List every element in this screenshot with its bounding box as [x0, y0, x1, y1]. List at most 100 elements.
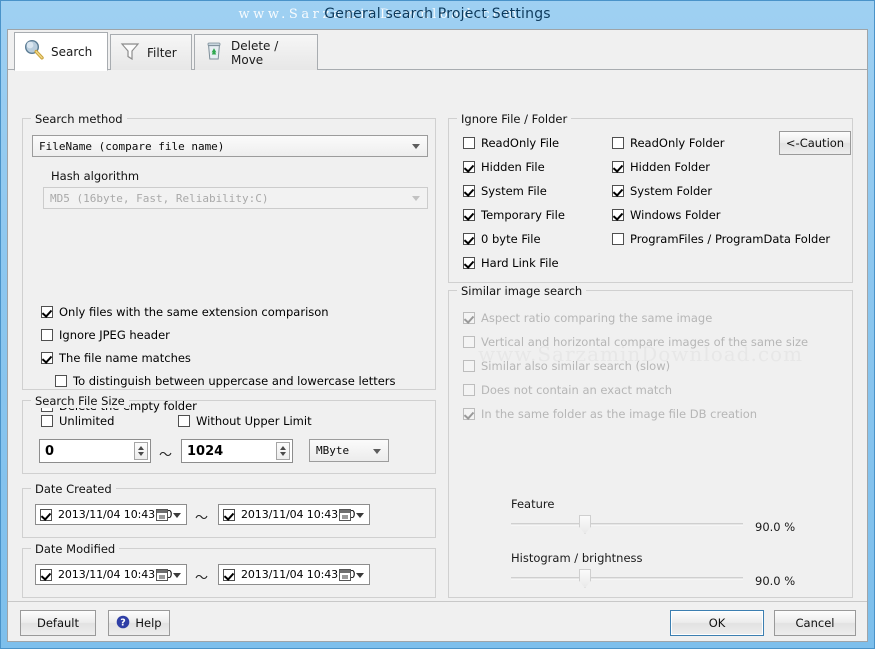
- checkbox-windows-folder[interactable]: Windows Folder: [612, 208, 721, 222]
- tab-delete-move-label: Delete / Move: [231, 38, 279, 67]
- slider-thumb[interactable]: [579, 515, 591, 534]
- checkbox-file-name-matches[interactable]: The file name matches: [41, 351, 191, 365]
- checkbox-label: ReadOnly Folder: [630, 136, 725, 150]
- ok-button[interactable]: OK: [670, 610, 764, 636]
- checkbox-label: ProgramFiles / ProgramData Folder: [630, 232, 831, 246]
- date-modified-to[interactable]: 2013/11/04 10:43:50: [218, 564, 370, 585]
- checkbox-box: [178, 415, 190, 427]
- checkbox-box: [612, 209, 624, 221]
- chevron-down-icon[interactable]: [173, 572, 181, 578]
- checkbox-label: Hidden Folder: [630, 160, 711, 174]
- date-created-separator: 〜: [195, 511, 209, 526]
- checkbox-same-extension[interactable]: Only files with the same extension compa…: [41, 305, 329, 319]
- tab-search-label: Search: [51, 44, 93, 59]
- checkbox-box[interactable]: [223, 568, 235, 581]
- checkbox-box: [463, 185, 475, 197]
- cancel-button-label: Cancel: [795, 616, 835, 630]
- checkbox-ignore-jpeg-header[interactable]: Ignore JPEG header: [41, 328, 170, 342]
- calendar-icon[interactable]: [156, 508, 168, 521]
- default-button-label: Default: [36, 616, 80, 630]
- checkbox-without-upper-limit[interactable]: Without Upper Limit: [178, 414, 312, 428]
- checkbox-box[interactable]: [40, 568, 52, 581]
- file-size-max-input[interactable]: 1024: [181, 439, 293, 463]
- feature-slider[interactable]: [511, 515, 743, 534]
- search-file-size-group: Search File Size Unlimited Without Upper…: [22, 394, 436, 474]
- caution-button-label: <-Caution: [785, 136, 845, 150]
- chevron-down-icon: [412, 144, 420, 149]
- similar-image-search-legend: Similar image search: [457, 284, 587, 298]
- feature-slider-label: Feature: [511, 497, 555, 511]
- checkbox-box: [463, 161, 475, 173]
- cancel-button[interactable]: Cancel: [774, 610, 856, 636]
- checkbox-box: [463, 137, 475, 149]
- hash-algorithm-combobox[interactable]: MD5 (16byte, Fast, Reliability:C): [43, 187, 428, 209]
- checkbox-same-folder-db: In the same folder as the image file DB …: [463, 407, 757, 421]
- default-button[interactable]: Default: [20, 610, 96, 636]
- checkbox-label: The file name matches: [59, 351, 191, 365]
- title-bar: www.SarzaminDownload.com General search …: [1, 1, 874, 29]
- file-size-unit-combobox[interactable]: MByte: [309, 439, 389, 462]
- checkbox-box: [463, 384, 475, 396]
- calendar-icon[interactable]: [339, 568, 351, 581]
- checkbox-box: [463, 233, 475, 245]
- checkbox-box[interactable]: [40, 508, 52, 521]
- checkbox-distinguish-case[interactable]: To distinguish between uppercase and low…: [55, 374, 396, 388]
- date-created-from[interactable]: 2013/11/04 10:43:50: [35, 504, 187, 525]
- checkbox-box: [41, 415, 53, 427]
- window-title: General search Project Settings: [324, 6, 551, 22]
- spinner-up-down-icon[interactable]: [134, 442, 148, 460]
- feature-slider-value: 90.0 %: [755, 520, 796, 534]
- calendar-icon[interactable]: [339, 508, 351, 521]
- file-size-max-value: 1024: [187, 443, 224, 459]
- checkbox-label: 0 byte File: [481, 232, 541, 246]
- checkbox-box: [612, 137, 624, 149]
- caution-button[interactable]: <-Caution: [779, 131, 851, 155]
- checkbox-unlimited[interactable]: Unlimited: [41, 414, 114, 428]
- checkbox-label: To distinguish between uppercase and low…: [73, 374, 396, 388]
- histogram-slider[interactable]: [511, 569, 743, 588]
- checkbox-label: Aspect ratio comparing the same image: [481, 311, 713, 325]
- slider-thumb[interactable]: [579, 569, 591, 588]
- checkbox-label: Windows Folder: [630, 208, 721, 222]
- search-method-legend: Search method: [31, 112, 127, 126]
- checkbox-system-file[interactable]: System File: [463, 184, 547, 198]
- settings-window: www.SarzaminDownload.com General search …: [0, 0, 875, 649]
- tab-filter[interactable]: Filter: [110, 34, 192, 70]
- magnifier-icon: [23, 39, 45, 64]
- checkbox-box: [463, 408, 475, 420]
- checkbox-box: [612, 161, 624, 173]
- calendar-icon[interactable]: [156, 568, 168, 581]
- checkbox-hard-link-file[interactable]: Hard Link File: [463, 256, 559, 270]
- help-button-label: Help: [135, 616, 162, 630]
- checkbox-label: Unlimited: [59, 414, 115, 428]
- checkbox-readonly-file[interactable]: ReadOnly File: [463, 136, 559, 150]
- checkbox-label: Ignore JPEG header: [59, 328, 170, 342]
- tab-strip: Search Filter Delete / Move: [8, 30, 867, 71]
- chevron-down-icon[interactable]: [356, 572, 364, 578]
- tab-delete-move[interactable]: Delete / Move: [194, 34, 318, 70]
- date-modified-from[interactable]: 2013/11/04 10:43:50: [35, 564, 187, 585]
- checkbox-zero-byte-file[interactable]: 0 byte File: [463, 232, 541, 246]
- chevron-down-icon[interactable]: [173, 512, 181, 518]
- checkbox-programfiles-folder[interactable]: ProgramFiles / ProgramData Folder: [612, 232, 830, 246]
- help-button[interactable]: ? Help: [108, 610, 170, 636]
- checkbox-readonly-folder[interactable]: ReadOnly Folder: [612, 136, 724, 150]
- file-size-unit-value: MByte: [316, 444, 350, 457]
- file-size-min-input[interactable]: 0: [39, 439, 151, 463]
- date-modified-separator: 〜: [195, 571, 209, 586]
- date-created-to[interactable]: 2013/11/04 10:43:50: [218, 504, 370, 525]
- chevron-down-icon: [373, 448, 381, 454]
- file-size-range-separator: 〜: [159, 448, 173, 463]
- similar-image-search-group: Similar image search Aspect ratio compar…: [448, 284, 853, 598]
- search-method-combobox[interactable]: FileName (compare file name): [32, 135, 428, 157]
- checkbox-hidden-folder[interactable]: Hidden Folder: [612, 160, 710, 174]
- checkbox-label: ReadOnly File: [481, 136, 560, 150]
- checkbox-box[interactable]: [223, 508, 235, 521]
- checkbox-hidden-file[interactable]: Hidden File: [463, 160, 545, 174]
- spinner-up-down-icon[interactable]: [276, 442, 290, 460]
- checkbox-system-folder[interactable]: System Folder: [612, 184, 712, 198]
- date-created-legend: Date Created: [31, 482, 116, 496]
- tab-search[interactable]: Search: [14, 32, 108, 71]
- chevron-down-icon[interactable]: [356, 512, 364, 518]
- checkbox-temporary-file[interactable]: Temporary File: [463, 208, 565, 222]
